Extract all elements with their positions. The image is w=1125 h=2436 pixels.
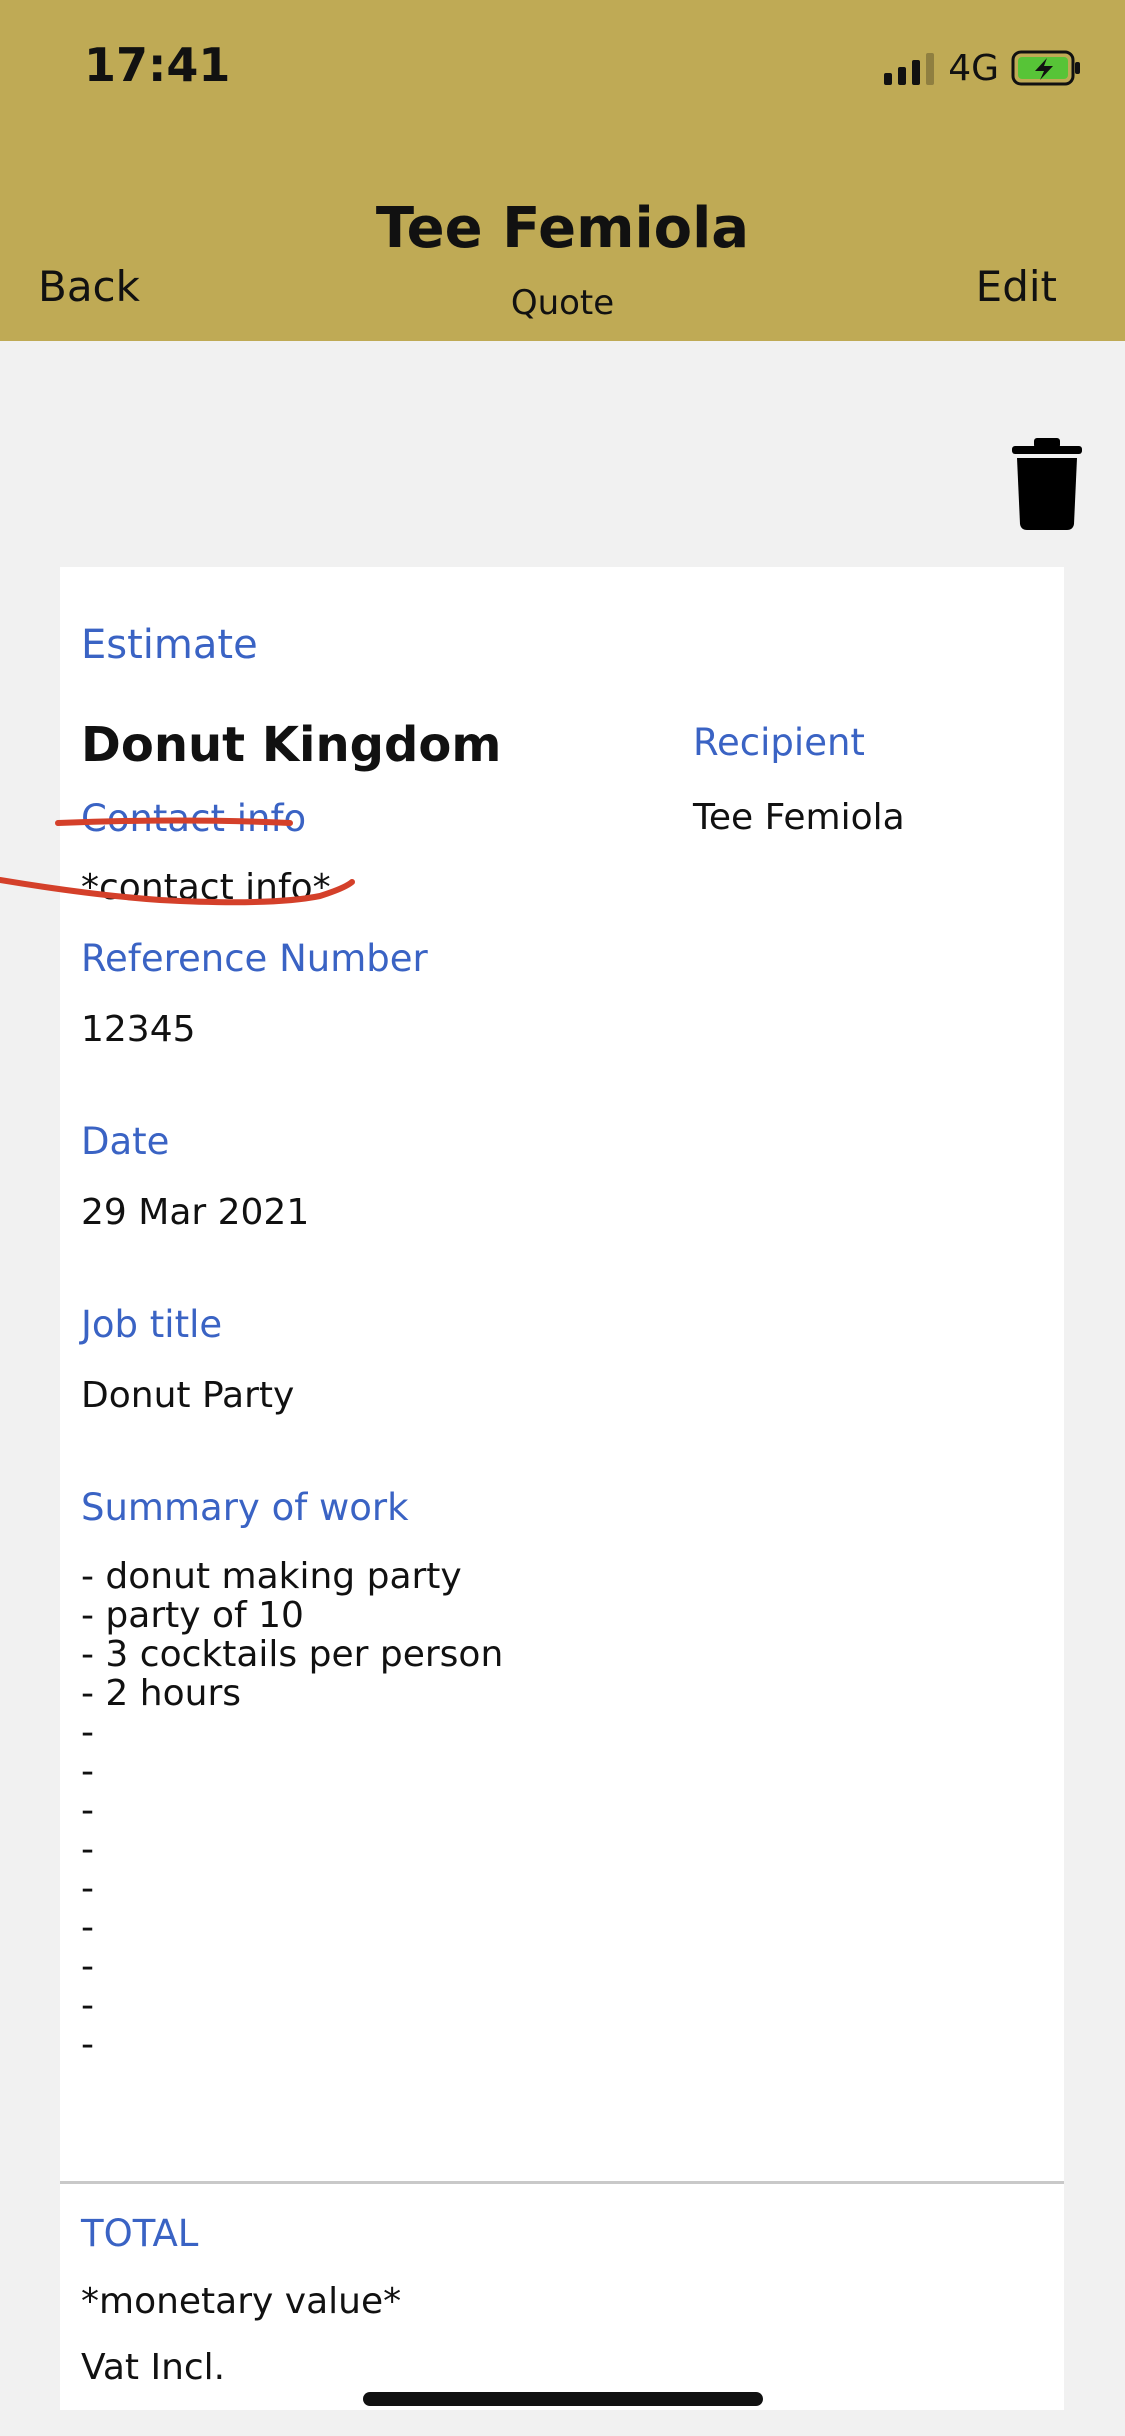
total-label: TOTAL [81,2212,199,2255]
home-indicator[interactable] [363,2392,763,2406]
page-title: Tee Femiola [375,196,750,261]
battery-charging-icon [1011,50,1080,86]
reference-number-label: Reference Number [81,937,428,980]
summary-of-work-text: - donut making party - party of 10 - 3 c… [81,1556,504,2065]
summary-of-work-label: Summary of work [81,1486,409,1529]
cellular-signal-icon [884,51,935,85]
recipient-label: Recipient [693,721,865,764]
contact-info-value: *contact info* [81,867,331,908]
contact-info-label: Contact info [81,797,307,840]
network-type: 4G [948,47,999,89]
divider [60,2181,1064,2184]
job-title-value: Donut Party [81,1375,295,1416]
trash-icon[interactable] [1012,438,1082,530]
job-title-label: Job title [81,1303,223,1346]
date-value: 29 Mar 2021 [81,1192,310,1233]
edit-button[interactable]: Edit [976,262,1057,311]
page-subtitle: Quote [510,283,615,323]
date-label: Date [81,1120,170,1163]
estimate-heading: Estimate [81,622,258,668]
total-value: *monetary value* [81,2281,402,2322]
quote-card: Estimate Donut Kingdom Contact info *con… [60,567,1064,2410]
back-button[interactable]: Back [38,262,140,311]
status-indicators: 4G [884,47,1083,89]
app-header: 17:41 4G Tee Femiola Quote Back Edit [0,0,1125,341]
company-name: Donut Kingdom [81,717,502,773]
recipient-value: Tee Femiola [693,797,905,838]
reference-number-value: 12345 [81,1009,196,1050]
vat-note: Vat Incl. [81,2347,226,2388]
status-time: 17:41 [84,38,231,92]
